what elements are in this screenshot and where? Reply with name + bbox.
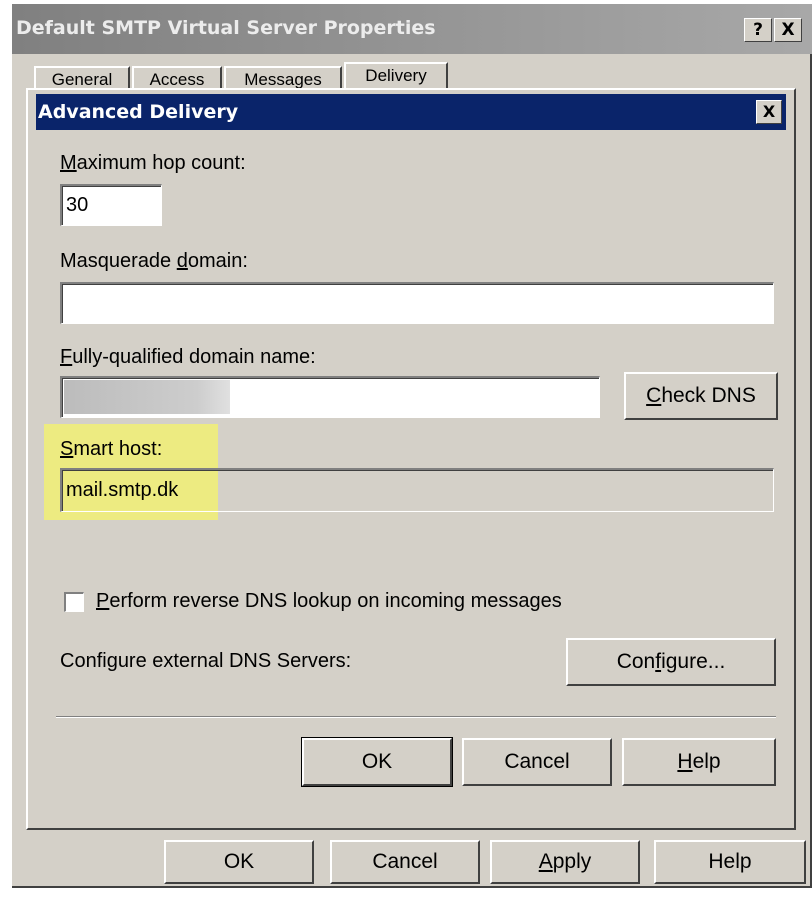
fqdn-input[interactable] [60, 376, 600, 418]
masquerade-input[interactable] [60, 282, 774, 324]
fqdn-label: Fully-qualified domain name: [60, 346, 316, 368]
separator [56, 716, 776, 718]
smart-host-label: Smart host: [60, 438, 163, 460]
window-title: Default SMTP Virtual Server Properties [16, 17, 436, 39]
advanced-delivery-dialog: Advanced Delivery X Maximum hop count: M… [26, 88, 796, 830]
close-icon[interactable]: X [774, 18, 802, 42]
dialog-title-bar[interactable]: Advanced Delivery X [36, 94, 786, 130]
help-button[interactable]: ? [744, 18, 772, 42]
close-icon[interactable]: X [756, 100, 782, 124]
apply-accel: A [538, 850, 553, 873]
dialog-title: Advanced Delivery [38, 101, 239, 123]
help-button[interactable]: Help [654, 840, 806, 884]
dns-servers-label: Configure external DNS Servers: [60, 650, 352, 672]
ok-button[interactable]: OK [164, 840, 314, 884]
dialog-help-button[interactable]: Help [622, 738, 776, 786]
masquerade-label: Masquerade domain: [60, 250, 248, 272]
window-title-bar[interactable]: Default SMTP Virtual Server Properties ?… [12, 4, 812, 54]
max-hop-label: Maximum hop count: [60, 152, 246, 174]
apply-button[interactable]: Apply [490, 840, 640, 884]
smart-host-input[interactable] [60, 468, 774, 512]
reverse-dns-label: Perform reverse DNS lookup on incoming m… [96, 590, 562, 612]
check-dns-button[interactable]: Check DNS [624, 372, 778, 420]
dialog-ok-button[interactable]: OK [301, 737, 453, 787]
cancel-button[interactable]: Cancel [330, 840, 480, 884]
apply-rest: pply [552, 850, 592, 873]
configure-button[interactable]: Configure... [566, 638, 776, 686]
max-hop-input[interactable] [60, 184, 162, 226]
reverse-dns-checkbox[interactable] [64, 592, 84, 612]
dialog-cancel-button[interactable]: Cancel [462, 738, 612, 786]
fqdn-redacted-block [64, 380, 230, 414]
